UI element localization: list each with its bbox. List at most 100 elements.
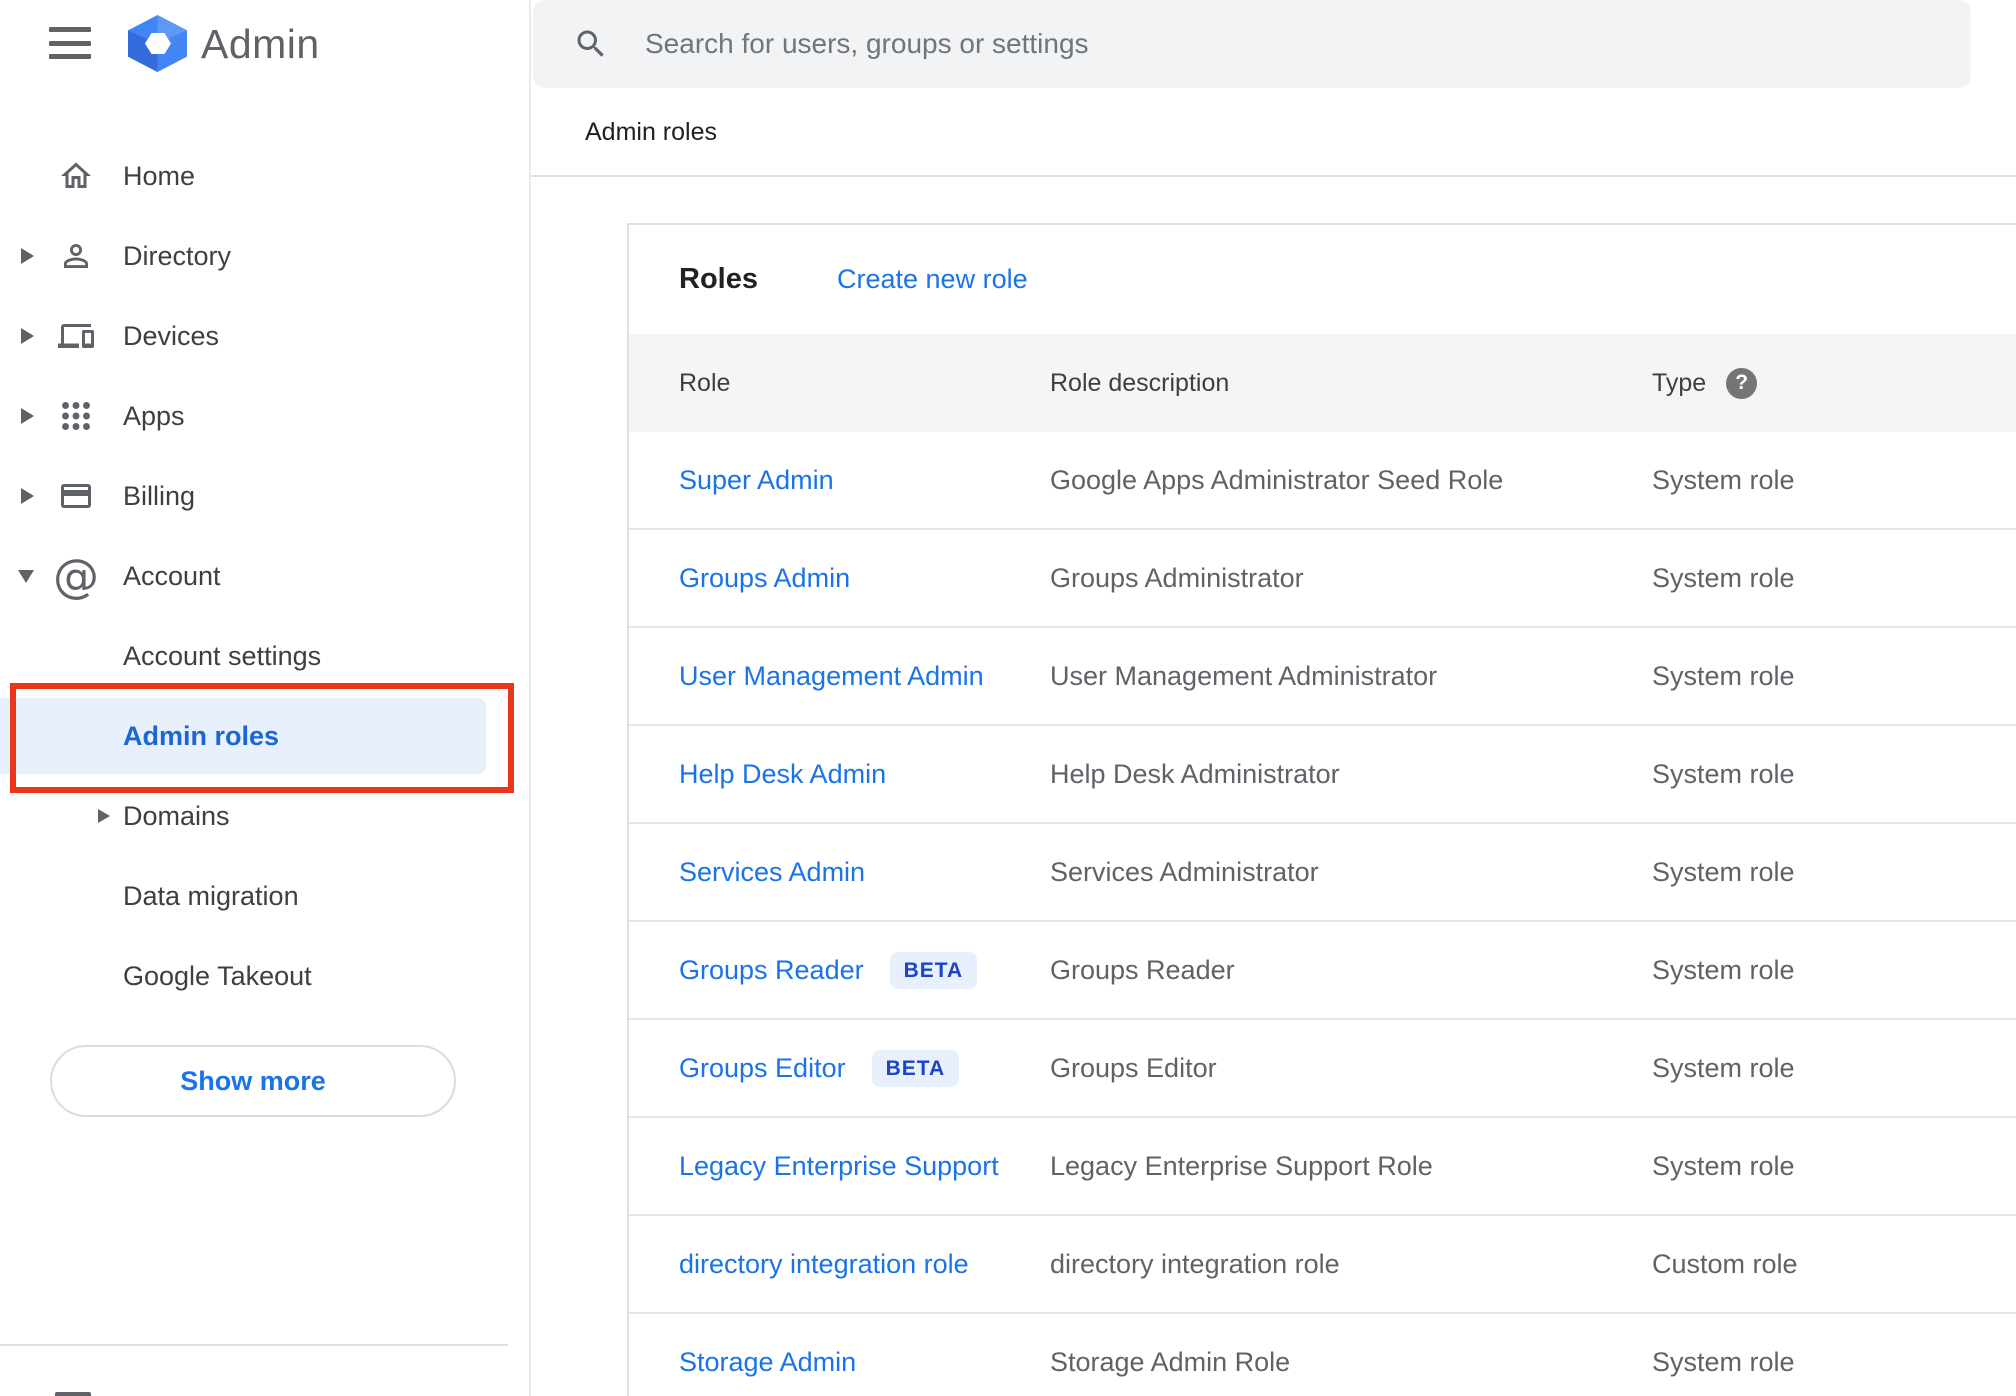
- menu-icon[interactable]: [49, 27, 91, 59]
- role-link[interactable]: Groups Reader: [679, 955, 864, 986]
- sidebar-item-google-takeout[interactable]: Google Takeout: [0, 936, 531, 1016]
- role-link[interactable]: Groups Admin: [679, 563, 850, 594]
- breadcrumb: Admin roles: [585, 117, 717, 146]
- role-link[interactable]: Services Admin: [679, 857, 865, 888]
- collapse-arrow-icon[interactable]: [18, 569, 34, 583]
- role-link[interactable]: User Management Admin: [679, 661, 984, 692]
- sidebar-item-label: Admin roles: [123, 720, 280, 751]
- role-description: Services Administrator: [1050, 856, 1319, 887]
- role-type: System role: [1652, 1150, 1795, 1181]
- role-link[interactable]: Super Admin: [679, 465, 834, 496]
- role-type: System role: [1652, 954, 1795, 985]
- role-type: System role: [1652, 1052, 1795, 1083]
- home-icon: [56, 156, 96, 196]
- sidebar-item-label: Apps: [123, 400, 185, 431]
- sidebar-item-domains[interactable]: Domains: [0, 776, 531, 856]
- role-description: Groups Editor: [1050, 1052, 1217, 1083]
- table-row: directory integration role directory int…: [629, 1216, 2016, 1314]
- role-type: System role: [1652, 562, 1795, 593]
- sidebar-item-apps[interactable]: Apps: [0, 376, 531, 456]
- role-type: System role: [1652, 464, 1795, 495]
- expand-arrow-icon[interactable]: [98, 809, 110, 823]
- credit-card-icon: [56, 476, 96, 516]
- sidebar-divider: [0, 1344, 508, 1346]
- column-header-type-label: Type: [1652, 368, 1707, 397]
- sidebar-item-account-settings[interactable]: Account settings: [0, 616, 531, 696]
- person-icon: [56, 236, 96, 276]
- clipped-nav-icon: [55, 1392, 91, 1396]
- google-admin-console: Admin Home Directory Devices Apps Billin…: [0, 0, 2016, 1396]
- app-title: Admin: [201, 20, 320, 67]
- role-link[interactable]: Storage Admin: [679, 1347, 856, 1378]
- search-icon: [577, 30, 604, 57]
- sidebar-item-home[interactable]: Home: [0, 136, 531, 216]
- sidebar-item-label: Account: [123, 560, 221, 591]
- role-description: Legacy Enterprise Support Role: [1050, 1150, 1433, 1181]
- apps-grid-icon: [56, 396, 96, 436]
- roles-panel-header: Roles Create new role: [629, 225, 2016, 334]
- create-new-role-link[interactable]: Create new role: [837, 264, 1028, 295]
- roles-panel: Roles Create new role Role Role descript…: [627, 223, 2016, 1396]
- role-description: Storage Admin Role: [1050, 1346, 1291, 1377]
- sidebar-item-label: Directory: [123, 240, 232, 271]
- table-header: Role Role description Type ?: [629, 334, 2016, 432]
- main-content: Admin roles Roles Create new role Role R…: [531, 0, 2016, 1396]
- table-row: Super Admin Google Apps Administrator Se…: [629, 432, 2016, 530]
- sidebar-nav: Home Directory Devices Apps Billing @ Ac…: [0, 136, 531, 1016]
- role-type: System role: [1652, 660, 1795, 691]
- role-link[interactable]: Legacy Enterprise Support: [679, 1151, 999, 1182]
- sidebar-item-label: Billing: [123, 480, 196, 511]
- search-input[interactable]: [645, 0, 1925, 88]
- expand-arrow-icon[interactable]: [21, 408, 34, 424]
- sidebar-item-admin-roles[interactable]: Admin roles: [0, 696, 531, 776]
- role-type: System role: [1652, 1346, 1795, 1377]
- role-link[interactable]: Help Desk Admin: [679, 759, 886, 790]
- sidebar-item-label: Account settings: [123, 640, 322, 671]
- column-header-type: Type ?: [1652, 367, 1758, 399]
- table-row: Services Admin Services Administrator Sy…: [629, 824, 2016, 922]
- role-type: System role: [1652, 758, 1795, 789]
- table-row: Storage Admin Storage Admin Role System …: [629, 1314, 2016, 1396]
- sidebar-item-label: Data migration: [123, 880, 299, 911]
- role-type: System role: [1652, 856, 1795, 887]
- role-description: Groups Administrator: [1050, 562, 1304, 593]
- role-link[interactable]: directory integration role: [679, 1249, 969, 1280]
- sidebar-item-billing[interactable]: Billing: [0, 456, 531, 536]
- search-bar[interactable]: [533, 0, 1971, 88]
- admin-logo-icon: [128, 15, 187, 72]
- column-header-description: Role description: [1050, 368, 1230, 397]
- beta-badge: BETA: [889, 951, 978, 989]
- panel-title: Roles: [679, 263, 758, 295]
- sidebar-item-data-migration[interactable]: Data migration: [0, 856, 531, 936]
- sidebar-item-account[interactable]: @ Account: [0, 536, 531, 616]
- sidebar-item-label: Google Takeout: [123, 960, 312, 991]
- role-description: directory integration role: [1050, 1248, 1340, 1279]
- table-row: Groups Admin Groups Administrator System…: [629, 530, 2016, 628]
- table-body: Super Admin Google Apps Administrator Se…: [629, 432, 2016, 1396]
- sidebar: Admin Home Directory Devices Apps Billin…: [0, 0, 531, 1396]
- at-sign-icon: @: [53, 549, 99, 603]
- expand-arrow-icon[interactable]: [21, 248, 34, 264]
- beta-badge: BETA: [871, 1049, 960, 1087]
- role-description: User Management Administrator: [1050, 660, 1438, 691]
- role-description: Groups Reader: [1050, 954, 1235, 985]
- expand-arrow-icon[interactable]: [21, 488, 34, 504]
- help-icon[interactable]: ?: [1726, 367, 1758, 399]
- role-type: Custom role: [1652, 1248, 1798, 1279]
- table-row: Groups Editor BETA Groups Editor System …: [629, 1020, 2016, 1118]
- sidebar-item-label: Devices: [123, 320, 220, 351]
- role-link[interactable]: Groups Editor: [679, 1053, 846, 1084]
- column-header-role: Role: [679, 368, 731, 397]
- show-more-button[interactable]: Show more: [50, 1045, 456, 1117]
- sidebar-item-devices[interactable]: Devices: [0, 296, 531, 376]
- role-description: Google Apps Administrator Seed Role: [1050, 464, 1504, 495]
- table-row: Help Desk Admin Help Desk Administrator …: [629, 726, 2016, 824]
- role-description: Help Desk Administrator: [1050, 758, 1340, 789]
- expand-arrow-icon[interactable]: [21, 328, 34, 344]
- sidebar-item-directory[interactable]: Directory: [0, 216, 531, 296]
- table-row: User Management Admin User Management Ad…: [629, 628, 2016, 726]
- devices-icon: [56, 316, 96, 356]
- header-divider: [531, 175, 2016, 177]
- table-row: Legacy Enterprise Support Legacy Enterpr…: [629, 1118, 2016, 1216]
- app-header: Admin: [0, 0, 531, 88]
